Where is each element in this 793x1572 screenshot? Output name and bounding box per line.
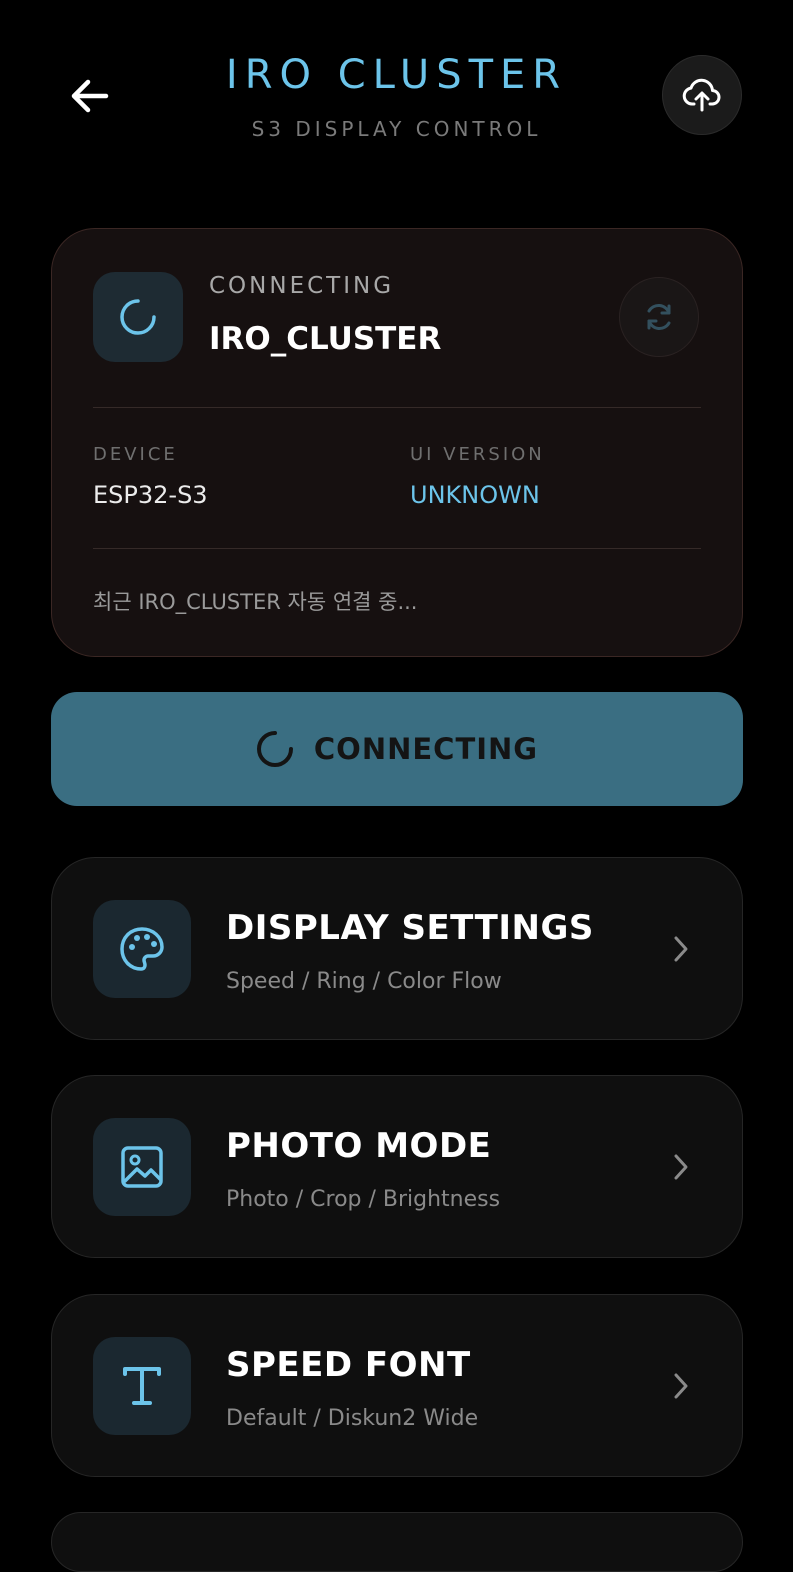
connection-state-label: CONNECTING [209, 273, 395, 299]
menu-title: SPEED FONT [226, 1345, 471, 1385]
menu-subtitle: Photo / Crop / Brightness [226, 1187, 501, 1212]
menu-icon-box [93, 1337, 191, 1435]
text-icon [123, 1367, 161, 1405]
cloud-upload-icon [682, 78, 721, 112]
device-label: DEVICE [93, 444, 178, 465]
menu-item-display-settings[interactable]: DISPLAY SETTINGS Speed / Ring / Color Fl… [51, 857, 743, 1040]
palette-icon [120, 927, 164, 971]
loading-spinner-icon [256, 731, 293, 767]
menu-subtitle: Default / Diskun2 Wide [226, 1406, 479, 1431]
menu-title: DISPLAY SETTINGS [226, 908, 594, 948]
menu-item-speed-font[interactable]: SPEED FONT Default / Diskun2 Wide [51, 1294, 743, 1477]
device-name: IRO_CLUSTER [209, 321, 442, 357]
refresh-button[interactable] [619, 277, 699, 357]
refresh-icon [647, 304, 671, 330]
menu-title: PHOTO MODE [226, 1126, 492, 1166]
connect-button[interactable]: CONNECTING [51, 692, 743, 806]
ui-version-value: UNKNOWN [410, 481, 540, 509]
menu-subtitle: Speed / Ring / Color Flow [226, 969, 502, 994]
chevron-right-icon [666, 1152, 696, 1182]
divider [93, 548, 701, 549]
status-icon-box [93, 272, 183, 362]
connection-status-card: CONNECTING IRO_CLUSTER DEVICE ESP32-S3 U… [51, 228, 743, 657]
loading-spinner-icon [120, 299, 156, 335]
connect-button-label: CONNECTING [313, 732, 539, 766]
device-value: ESP32-S3 [93, 481, 208, 509]
menu-icon-box [93, 900, 191, 998]
image-icon [121, 1146, 163, 1188]
chevron-right-icon [666, 1371, 696, 1401]
ui-version-label: UI VERSION [410, 444, 545, 465]
menu-item-photo-mode[interactable]: PHOTO MODE Photo / Crop / Brightness [51, 1075, 743, 1258]
status-message: 최근 IRO_CLUSTER 자동 연결 중... [93, 590, 418, 614]
chevron-right-icon [666, 934, 696, 964]
menu-item-next[interactable] [51, 1512, 743, 1572]
menu-icon-box [93, 1118, 191, 1216]
upload-button[interactable] [662, 55, 742, 135]
divider [93, 407, 701, 408]
